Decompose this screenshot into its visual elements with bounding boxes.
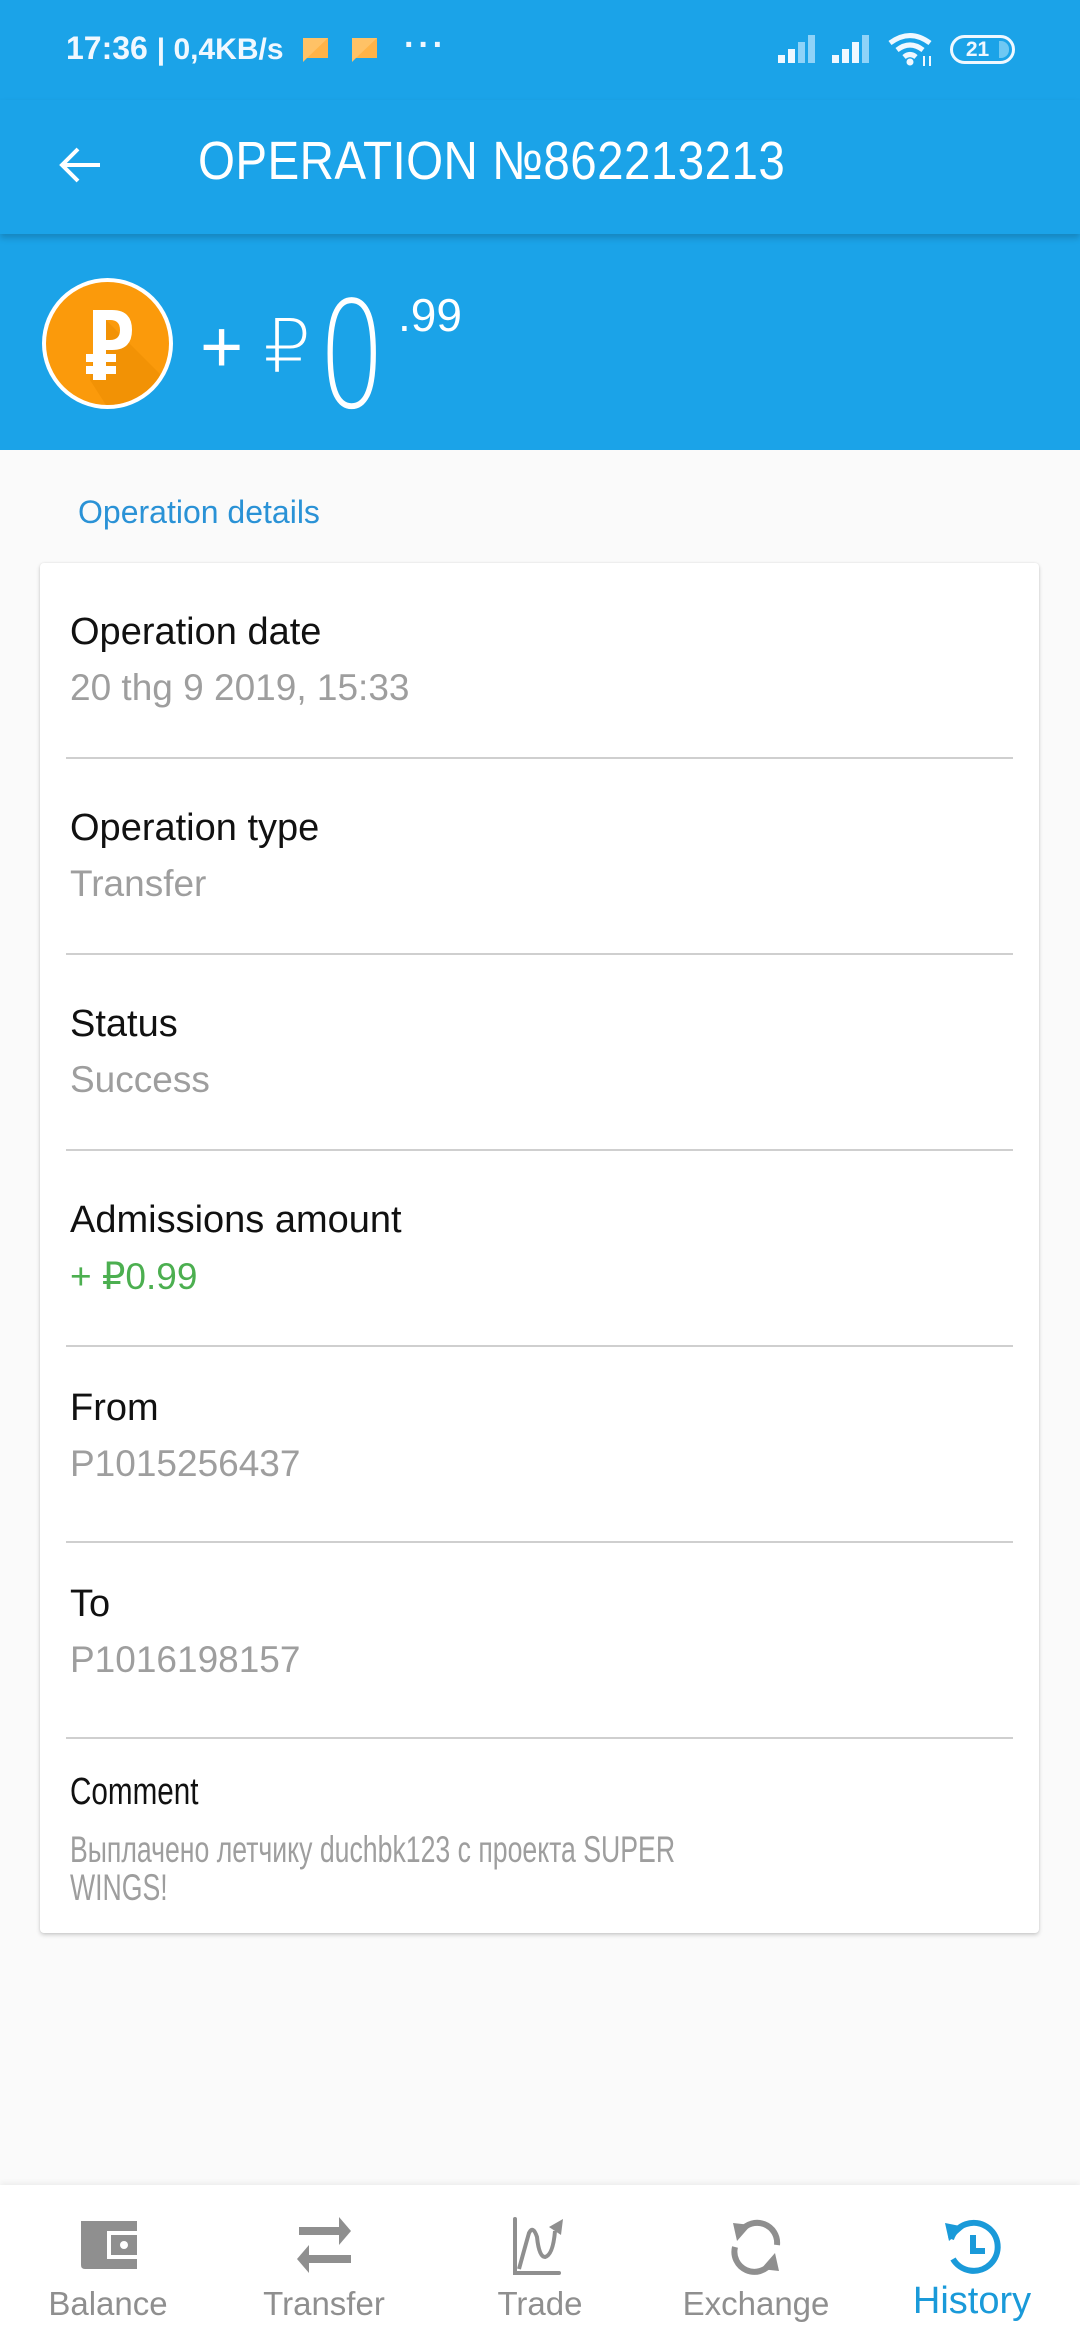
- bottom-navigation: Balance Transfer Trade Exchange History: [0, 2185, 1080, 2340]
- signal-icon: [778, 35, 815, 63]
- signal-icon: [832, 35, 869, 63]
- to-account-value: P1016198157: [70, 1639, 301, 1680]
- admissions-amount-value: + ₽0.99: [70, 1256, 198, 1297]
- app-bar: OPERATION №862213213: [0, 100, 1080, 234]
- history-icon: [945, 2219, 1001, 2274]
- detail-row-comment: Comment Выплачено летчику duchbk123 с пр…: [40, 1739, 1039, 1935]
- row-label: To: [70, 1583, 111, 1625]
- nav-item-transfer[interactable]: Transfer: [216, 2185, 432, 2340]
- section-label-operation-details: Operation details: [78, 494, 320, 530]
- nav-item-balance[interactable]: Balance: [0, 2185, 216, 2340]
- trade-chart-icon: [513, 2217, 563, 2275]
- nav-item-exchange[interactable]: Exchange: [648, 2185, 864, 2340]
- operation-details-card: Operation date 20 thg 9 2019, 15:33 Oper…: [40, 563, 1039, 1933]
- row-label: Status: [70, 1003, 178, 1045]
- amount-header: + ₽ 0 .99: [0, 234, 1080, 450]
- nav-item-history[interactable]: History: [864, 2185, 1080, 2340]
- amount-decimal: .99: [398, 289, 462, 341]
- nav-label: Balance: [48, 2285, 168, 2322]
- row-value: Transfer: [70, 863, 207, 904]
- more-notifications-icon: ···: [404, 26, 447, 64]
- battery-icon: 21: [950, 35, 1015, 64]
- comment-line: Выплачено летчику duchbk123 с проекта SU…: [70, 1829, 676, 1870]
- nav-label: Trade: [497, 2285, 583, 2322]
- status-value: Success: [70, 1059, 210, 1100]
- arrow-left-icon: [59, 147, 100, 183]
- status-time: 17:36 | 0,4KB/s: [66, 30, 284, 66]
- row-label: Operation date: [70, 611, 322, 653]
- row-label: Comment: [70, 1771, 199, 1813]
- row-label: Operation type: [70, 807, 320, 849]
- battery-level: 21: [965, 38, 990, 61]
- amount-sign: + ₽: [200, 305, 311, 388]
- message-icon: [352, 38, 377, 62]
- back-button[interactable]: [40, 125, 120, 205]
- transfer-arrows-icon: [297, 2217, 351, 2273]
- nav-label: Transfer: [263, 2285, 385, 2322]
- page-title: OPERATION №862213213: [198, 131, 786, 191]
- nav-item-trade[interactable]: Trade: [432, 2185, 648, 2340]
- detail-row-from: From P1015256437: [40, 1347, 1039, 1543]
- amount-integer: 0: [318, 270, 386, 442]
- detail-row-status: Status Success: [40, 955, 1039, 1151]
- message-icon: [303, 38, 328, 62]
- exchange-refresh-icon: [731, 2219, 781, 2275]
- ruble-coin-icon: [42, 278, 173, 409]
- row-label: Admissions amount: [70, 1199, 402, 1241]
- nav-label: Exchange: [682, 2285, 830, 2322]
- detail-row-to: To P1016198157: [40, 1543, 1039, 1739]
- detail-row-operation-date: Operation date 20 thg 9 2019, 15:33: [40, 563, 1039, 759]
- comment-value: Выплачено летчику duchbk123 с проекта SU…: [70, 1831, 984, 1907]
- status-bar: 17:36 | 0,4KB/s ··· 21: [0, 0, 1080, 100]
- row-value: 20 thg 9 2019, 15:33: [70, 667, 410, 708]
- detail-row-operation-type: Operation type Transfer: [40, 759, 1039, 955]
- detail-row-admissions-amount: Admissions amount + ₽0.99: [40, 1151, 1039, 1347]
- row-label: From: [70, 1387, 159, 1429]
- nav-label: History: [912, 2280, 1032, 2322]
- wallet-icon: [81, 2221, 137, 2269]
- comment-line: WINGS!: [70, 1867, 168, 1908]
- from-account-value: P1015256437: [70, 1443, 301, 1484]
- wifi-icon: [888, 33, 932, 66]
